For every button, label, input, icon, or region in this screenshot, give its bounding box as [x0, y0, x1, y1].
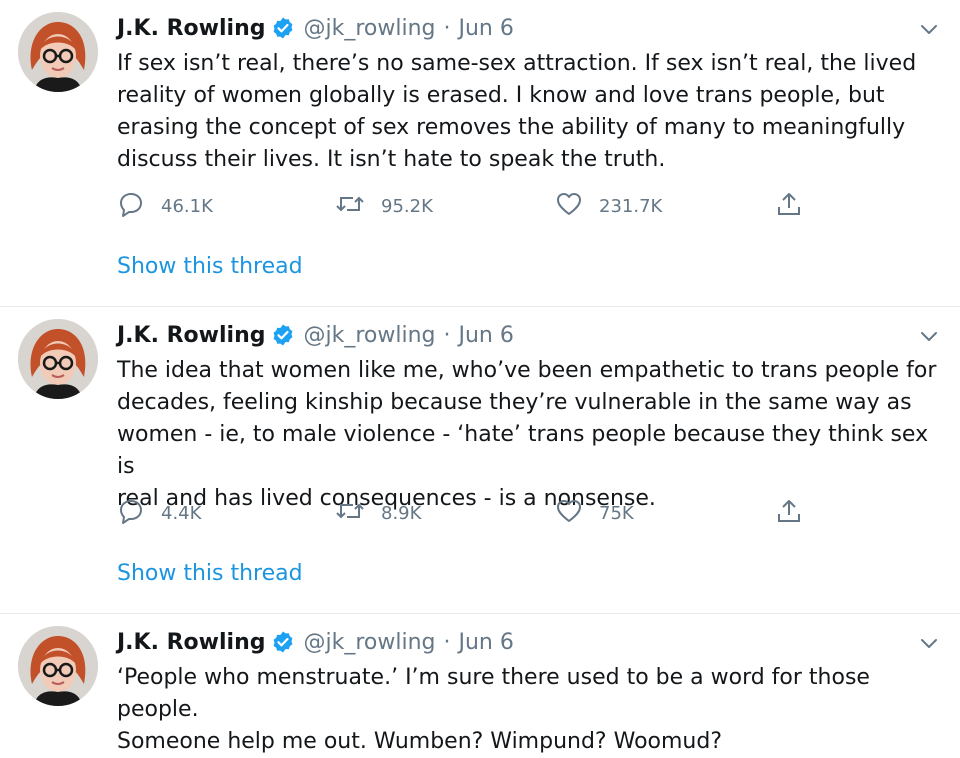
chevron-down-icon[interactable] [918, 18, 940, 40]
tweet-actions: 46.1K 95.2K 231.7K [117, 190, 817, 222]
show-thread-link[interactable]: Show this thread [117, 254, 303, 279]
tweet-header: J.K. Rowling @jk_rowling · Jun 6 [117, 319, 940, 351]
reply-icon [117, 497, 161, 530]
retweet-button[interactable]: 95.2K [335, 190, 433, 222]
retweet-button[interactable]: 8.9K [335, 497, 421, 529]
verified-badge-icon [271, 16, 295, 40]
separator-dot: · [443, 15, 451, 41]
verified-badge-icon [271, 630, 295, 654]
chevron-down-icon[interactable] [918, 632, 940, 654]
retweet-icon [335, 190, 381, 223]
author-name[interactable]: J.K. Rowling [117, 16, 265, 41]
tweet-date[interactable]: Jun 6 [458, 630, 513, 655]
tweet-date[interactable]: Jun 6 [458, 16, 513, 41]
like-button[interactable]: 231.7K [555, 190, 662, 222]
tweet[interactable]: J.K. Rowling @jk_rowling · Jun 6 If sex … [0, 0, 960, 307]
tweet-text: If sex isn’t real, there’s no same-sex a… [117, 51, 917, 172]
tweet-text: The idea that women like me, who’ve been… [117, 358, 937, 511]
separator-dot: · [443, 322, 451, 348]
verified-badge-icon [271, 323, 295, 347]
share-button[interactable] [775, 497, 819, 529]
avatar[interactable] [18, 626, 98, 706]
tweet[interactable]: J.K. Rowling @jk_rowling · Jun 6 The ide… [0, 307, 960, 614]
tweet-header: J.K. Rowling @jk_rowling · Jun 6 [117, 12, 940, 44]
tweet[interactable]: J.K. Rowling @jk_rowling · Jun 6 ‘People… [0, 614, 960, 754]
tweet-actions: 4.4K 8.9K 75K [117, 497, 817, 529]
retweet-count: 8.9K [381, 502, 422, 524]
separator-dot: · [443, 629, 451, 655]
reply-count: 4.4K [161, 502, 202, 524]
show-thread-link[interactable]: Show this thread [117, 561, 303, 586]
retweet-count: 95.2K [381, 195, 433, 217]
reply-button[interactable]: 46.1K [117, 190, 213, 222]
avatar[interactable] [18, 12, 98, 92]
share-icon [775, 190, 819, 223]
heart-icon [555, 190, 599, 223]
tweet-header: J.K. Rowling @jk_rowling · Jun 6 [117, 626, 940, 658]
share-button[interactable] [775, 190, 819, 222]
reply-button[interactable]: 4.4K [117, 497, 201, 529]
author-handle[interactable]: @jk_rowling [303, 323, 435, 348]
reply-icon [117, 190, 161, 223]
tweet-text: ‘People who menstruate.’ I’m sure there … [117, 665, 870, 754]
author-name[interactable]: J.K. Rowling [117, 323, 265, 348]
reply-count: 46.1K [161, 195, 213, 217]
author-handle[interactable]: @jk_rowling [303, 630, 435, 655]
avatar[interactable] [18, 319, 98, 399]
author-handle[interactable]: @jk_rowling [303, 16, 435, 41]
like-button[interactable]: 75K [555, 497, 634, 529]
tweet-date[interactable]: Jun 6 [458, 323, 513, 348]
retweet-icon [335, 497, 381, 530]
chevron-down-icon[interactable] [918, 325, 940, 347]
like-count: 75K [599, 502, 634, 524]
share-icon [775, 497, 819, 530]
author-name[interactable]: J.K. Rowling [117, 630, 265, 655]
heart-icon [555, 497, 599, 530]
like-count: 231.7K [599, 195, 663, 217]
